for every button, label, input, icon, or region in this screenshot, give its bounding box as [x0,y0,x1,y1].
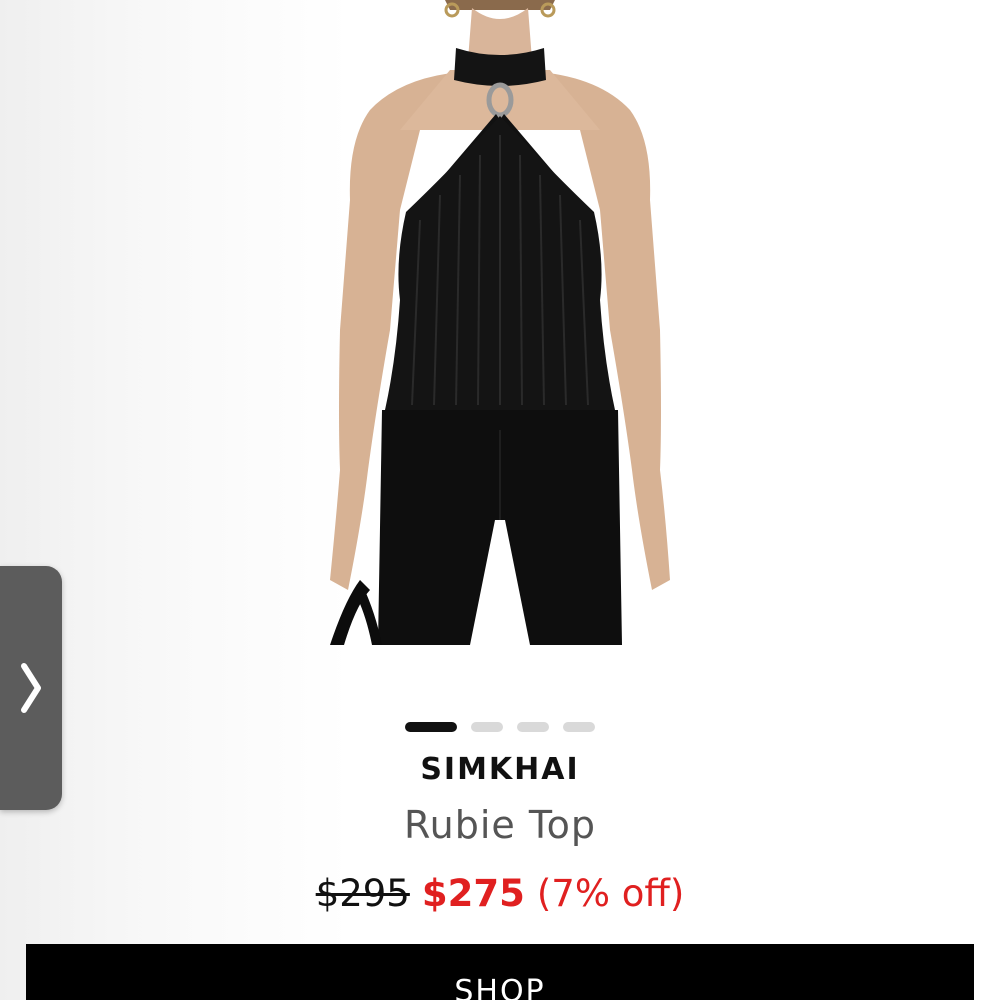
carousel-dot-1[interactable] [405,722,457,732]
carousel-dot-2[interactable] [471,722,503,732]
model-illustration [330,0,670,645]
carousel-dot-3[interactable] [517,722,549,732]
shop-button[interactable]: SHOP [26,944,974,1000]
sale-price: $275 [421,872,525,915]
brand-name[interactable]: SIMKHAI [0,752,1000,787]
product-card: SIMKHAI Rubie Top $295 $275 (7% off) SHOP [0,0,1000,1000]
chevron-right-icon [21,663,41,713]
product-title[interactable]: Rubie Top [0,803,1000,847]
original-price: $295 [315,872,410,915]
price-row: $295 $275 (7% off) [0,872,1000,915]
product-image[interactable] [300,0,700,645]
discount-label: (7% off) [536,872,685,915]
carousel-dot-4[interactable] [563,722,595,732]
carousel-indicators [0,722,1000,732]
